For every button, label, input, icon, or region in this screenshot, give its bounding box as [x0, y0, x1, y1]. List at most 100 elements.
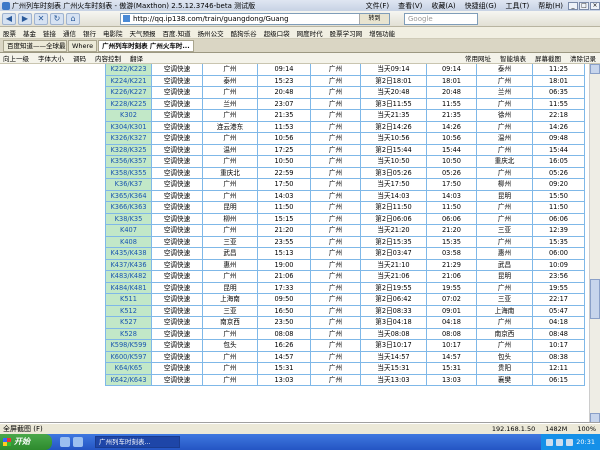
fav-item[interactable]: 超级口袋 — [264, 28, 290, 38]
table-cell: 泰州 — [476, 64, 533, 76]
tray-icon[interactable] — [546, 438, 554, 446]
fav-item[interactable]: 股票学习网 — [330, 28, 363, 38]
tab-baidu[interactable]: 百度知道——全球最大中文... — [3, 39, 67, 52]
fav-item[interactable]: 通信 — [63, 28, 76, 38]
desktop-icon[interactable] — [73, 437, 83, 447]
fav-item[interactable]: 天气预报 — [130, 28, 156, 38]
scroll-down-icon[interactable] — [590, 413, 600, 422]
tab-train-schedule[interactable]: 广州列车时刻表 广州火车时... — [98, 39, 194, 52]
common-sites-button[interactable]: 常用网址 — [465, 53, 491, 63]
train-number-cell[interactable]: K512 — [105, 304, 152, 317]
search-input[interactable]: Google — [404, 12, 478, 25]
train-number-cell[interactable]: K437/K436 — [105, 258, 152, 271]
train-number-cell[interactable]: K598/K599 — [105, 339, 152, 352]
menu-view[interactable]: 查看(V) — [398, 1, 422, 11]
table-cell: 21:06 — [426, 270, 477, 283]
fav-item[interactable]: 百度.知道 — [163, 28, 191, 38]
forward-icon[interactable]: ▶ — [18, 12, 32, 25]
menu-favorites[interactable]: 收藏(A) — [431, 1, 455, 11]
ie-icon[interactable] — [60, 437, 70, 447]
train-number-cell[interactable]: K435/K438 — [105, 247, 152, 260]
font-size-button[interactable]: 字体大小 — [38, 53, 64, 63]
fav-item[interactable]: 链接 — [43, 28, 56, 38]
back-icon[interactable]: ◀ — [2, 12, 16, 25]
train-number-cell[interactable]: K365/K364 — [105, 189, 152, 202]
fav-item[interactable]: 增强功能 — [369, 28, 395, 38]
start-button[interactable]: 开始 — [0, 434, 52, 450]
train-number-cell[interactable]: K511 — [105, 293, 152, 306]
fav-item[interactable]: 股票 — [3, 28, 16, 38]
up-level-button[interactable]: 向上一级 — [3, 53, 29, 63]
url-text[interactable]: http://qq.ip138.com/train/guangdong/Guan… — [133, 15, 359, 23]
train-number-cell[interactable]: K64/K65 — [105, 362, 152, 375]
menu-help[interactable]: 帮助(H) — [538, 1, 563, 11]
table-row: K224/K221 空调快速 泰州 15:23 广州 第2日18:01 18:01 广州 18:… — [105, 74, 585, 87]
volume-icon[interactable] — [566, 438, 574, 446]
table-cell: 第3日04:18 — [360, 316, 427, 329]
go-button[interactable]: 转到 — [359, 13, 389, 24]
screenshot-button[interactable]: 屏幕截图 — [535, 53, 561, 63]
train-number-cell[interactable]: K36/K37 — [105, 178, 152, 191]
train-number-cell[interactable]: K226/K227 — [105, 86, 152, 99]
train-number-cell[interactable]: K304/K301 — [105, 120, 152, 133]
table-cell: 柳州 — [202, 212, 258, 225]
train-number-cell[interactable]: K38/K35 — [105, 212, 152, 225]
table-cell: 09:14 — [257, 64, 311, 76]
menu-file[interactable]: 文件(F) — [366, 1, 390, 11]
autofill-button[interactable]: 智能填表 — [500, 53, 526, 63]
address-bar[interactable]: http://qq.ip138.com/train/guangdong/Guan… — [120, 12, 390, 25]
train-number-cell[interactable]: K642/K643 — [105, 373, 152, 386]
train-number-cell[interactable]: K222/K223 — [105, 64, 152, 76]
train-number-cell[interactable]: K600/K597 — [105, 350, 152, 363]
train-number-cell[interactable]: K302 — [105, 109, 152, 122]
table-cell: 广州 — [310, 120, 361, 133]
encoding-button[interactable]: 调码 — [73, 53, 86, 63]
train-number-cell[interactable]: K408 — [105, 235, 152, 248]
fav-item[interactable]: 网度时代 — [297, 28, 323, 38]
zoom-level[interactable]: 100% — [577, 425, 596, 433]
train-number-cell[interactable]: K407 — [105, 224, 152, 237]
table-cell: 昆明 — [476, 270, 533, 283]
tray-icon[interactable] — [556, 438, 564, 446]
scroll-thumb[interactable] — [590, 279, 600, 319]
table-cell: 14:57 — [426, 350, 477, 363]
train-number-cell[interactable]: K356/K357 — [105, 155, 152, 168]
train-number-cell[interactable]: K358/K355 — [105, 166, 152, 179]
train-number-cell[interactable]: K366/K363 — [105, 201, 152, 214]
fav-item[interactable]: 电影院 — [103, 28, 123, 38]
table-cell: 广州 — [476, 120, 533, 133]
taskbar-window-button[interactable]: 广州列车时刻表... — [95, 436, 180, 448]
train-number-cell[interactable]: K224/K221 — [105, 74, 152, 87]
table-cell: 南京西 — [202, 316, 258, 329]
table-cell: 当天10:56 — [360, 132, 427, 145]
home-icon[interactable]: ⌂ — [66, 12, 80, 25]
vertical-scrollbar[interactable] — [589, 64, 600, 422]
fav-item[interactable]: 银行 — [83, 28, 96, 38]
stop-icon[interactable]: ✕ — [34, 12, 48, 25]
train-number-cell[interactable]: K484/K481 — [105, 281, 152, 294]
table-cell: 14:03 — [426, 189, 477, 202]
maximize-button[interactable]: □ — [579, 1, 589, 10]
menu-groups[interactable]: 快捷组(G) — [465, 1, 497, 11]
fav-item[interactable]: 基金 — [23, 28, 36, 38]
fav-item[interactable]: 酷狗乐谷 — [231, 28, 257, 38]
content-control-button[interactable]: 内容控制 — [95, 53, 121, 63]
table-cell: 空调快速 — [151, 373, 203, 386]
scroll-up-icon[interactable] — [590, 64, 600, 74]
train-number-cell[interactable]: K483/K482 — [105, 270, 152, 283]
minimize-button[interactable]: _ — [568, 1, 578, 10]
train-number-cell[interactable]: K228/K225 — [105, 97, 152, 110]
tab-where[interactable]: Where — [68, 39, 98, 52]
menu-tools[interactable]: 工具(T) — [506, 1, 530, 11]
refresh-icon[interactable]: ↻ — [50, 12, 64, 25]
train-number-cell[interactable]: K326/K327 — [105, 132, 152, 145]
window-title: 广州列车时刻表 广州火车时刻表 - 傲游(Maxthon) 2.5.12.374… — [12, 1, 256, 10]
clear-history-button[interactable]: 清除记录 — [570, 53, 596, 63]
train-number-cell[interactable]: K528 — [105, 327, 152, 340]
train-number-cell[interactable]: K527 — [105, 316, 152, 329]
table-cell: 23:55 — [257, 235, 311, 248]
train-number-cell[interactable]: K328/K325 — [105, 143, 152, 156]
close-button[interactable]: × — [590, 1, 600, 10]
translate-button[interactable]: 翻译 — [130, 53, 143, 63]
fav-item[interactable]: 扬州公交 — [198, 28, 224, 38]
